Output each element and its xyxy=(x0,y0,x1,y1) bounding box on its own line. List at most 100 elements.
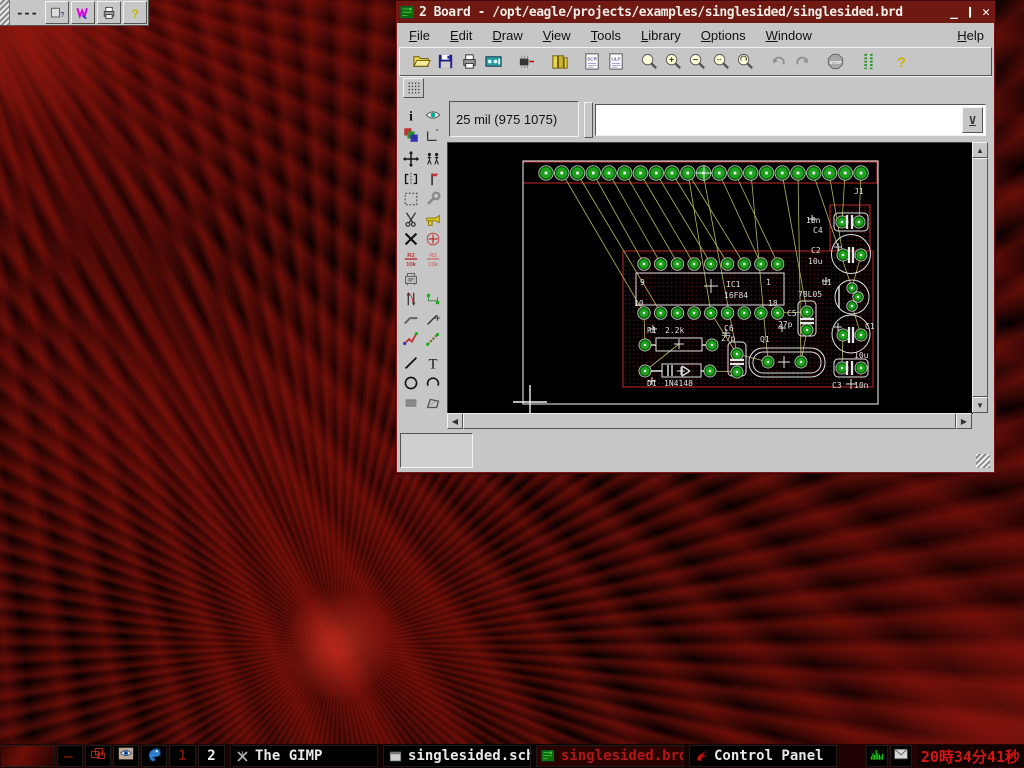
tray-mail[interactable] xyxy=(890,745,912,767)
tool-wire-button[interactable] xyxy=(401,353,422,373)
command-input[interactable] xyxy=(596,105,960,135)
scroll-right-arrow[interactable]: ▶ xyxy=(956,413,972,429)
tool-copy-button[interactable] xyxy=(423,149,444,169)
open-button[interactable] xyxy=(410,50,433,73)
scroll-left-arrow[interactable]: ◀ xyxy=(447,413,463,429)
menu-library[interactable]: Library xyxy=(631,26,691,45)
print-manager-icon xyxy=(101,5,117,21)
menu-edit[interactable]: Edit xyxy=(440,26,482,45)
tool-rotate-button[interactable] xyxy=(423,169,444,189)
minimize-button[interactable]: _ xyxy=(946,5,962,20)
menu-help[interactable]: Help xyxy=(947,26,992,45)
library-button[interactable] xyxy=(548,50,571,73)
pinswap-icon: R210k xyxy=(402,250,420,268)
tool-move-button[interactable] xyxy=(401,149,422,169)
menu-tools[interactable]: Tools xyxy=(581,26,631,45)
tool-text-button[interactable]: T xyxy=(423,353,444,373)
task-singlesided-sch[interactable]: singlesided.sch xyxy=(383,745,531,767)
board-canvas[interactable]: J1911018IC116F84U178L05C527pC627pR12.2kQ… xyxy=(447,142,973,414)
cam-processor-button[interactable] xyxy=(482,50,505,73)
tool-arc-button[interactable] xyxy=(423,373,444,393)
scroll-down-arrow[interactable]: ▼ xyxy=(972,397,988,413)
menu-options[interactable]: Options xyxy=(691,26,756,45)
run-ulp-button[interactable]: ULP xyxy=(605,50,628,73)
panel-drag-handle[interactable] xyxy=(0,0,10,25)
launcher-desktop-pager[interactable] xyxy=(1,745,55,767)
title-bar[interactable]: 2 Board - /opt/eagle/projects/examples/s… xyxy=(397,2,994,23)
stop-button[interactable]: STOP xyxy=(824,50,847,73)
task-control-panel[interactable]: Control Panel xyxy=(689,745,837,767)
zoom-fit-button[interactable] xyxy=(638,50,661,73)
workspace-1[interactable]: 1 xyxy=(169,745,196,767)
launcher-screen-magnifier[interactable] xyxy=(113,745,139,767)
panel-button-window-menu[interactable]: ? xyxy=(45,1,69,24)
grid-icon xyxy=(406,80,422,96)
launcher-paint-app[interactable] xyxy=(141,745,167,767)
tool-add-button[interactable] xyxy=(423,229,444,249)
command-dropdown-button[interactable]: V xyxy=(962,107,983,133)
grid-button[interactable] xyxy=(403,78,424,98)
scroll-up-arrow[interactable]: ▲ xyxy=(972,142,988,158)
tool-route-button[interactable] xyxy=(401,309,422,329)
tool-mirror-button[interactable] xyxy=(401,169,422,189)
task-label: Control Panel xyxy=(714,748,824,764)
run-script-button[interactable]: SCR xyxy=(581,50,604,73)
zoom-select-button[interactable] xyxy=(710,50,733,73)
tool-polygon-button[interactable] xyxy=(423,393,444,413)
vertical-scroll-thumb[interactable] xyxy=(972,158,988,397)
menu-file[interactable]: File xyxy=(399,26,440,45)
pcb-label: C3 xyxy=(832,381,842,390)
close-button[interactable]: ✕ xyxy=(978,5,994,20)
resize-grip[interactable] xyxy=(976,454,990,468)
move-icon xyxy=(402,150,420,168)
tray-system-monitor[interactable] xyxy=(866,745,888,767)
help-button[interactable]: ? xyxy=(890,50,913,73)
maximize-button[interactable]: ❙ xyxy=(962,5,978,20)
save-button[interactable] xyxy=(434,50,457,73)
launcher-window-list[interactable] xyxy=(85,745,111,767)
horizontal-scroll-thumb[interactable] xyxy=(463,413,956,429)
tool-cut-button[interactable] xyxy=(401,209,422,229)
tool-split-button[interactable] xyxy=(401,289,422,309)
tool-display-button[interactable] xyxy=(401,125,422,145)
tool-change-button[interactable] xyxy=(423,189,444,209)
board-schematic-button[interactable] xyxy=(515,50,538,73)
tool-info-button[interactable]: i xyxy=(401,105,422,125)
pcb-label: 10 xyxy=(634,299,644,308)
task-the-gimp[interactable]: The GIMP xyxy=(230,745,378,767)
tool-smash-button[interactable] xyxy=(401,269,422,289)
zoom-in-button[interactable] xyxy=(662,50,685,73)
panel-menu-button[interactable]: --- xyxy=(10,0,44,25)
tool-group-button[interactable] xyxy=(401,189,422,209)
toolbar-grip[interactable] xyxy=(584,102,593,138)
tool-pinswap-button[interactable]: R210k xyxy=(401,249,422,269)
tool-ripup-alt-button[interactable] xyxy=(423,329,444,349)
panel-button-wm-logo[interactable] xyxy=(71,1,95,24)
tool-route-manual-button[interactable] xyxy=(423,309,444,329)
ratsnest-button[interactable] xyxy=(857,50,880,73)
tool-circle-button[interactable] xyxy=(401,373,422,393)
menu-window[interactable]: Window xyxy=(756,26,822,45)
tool-ripup-button[interactable] xyxy=(401,329,422,349)
tool-rect-button[interactable] xyxy=(401,393,422,413)
redo-button[interactable] xyxy=(791,50,814,73)
undo-button[interactable] xyxy=(767,50,790,73)
tool-delete-button[interactable] xyxy=(401,229,422,249)
tool-optimize-button[interactable] xyxy=(423,289,444,309)
vertical-scrollbar[interactable]: ▲ ▼ xyxy=(972,142,988,413)
tool-mark-button[interactable]: ° xyxy=(423,125,444,145)
zoom-out-button[interactable] xyxy=(686,50,709,73)
workspace-2[interactable]: 2 xyxy=(198,745,225,767)
tool-paste-button[interactable] xyxy=(423,209,444,229)
task-singlesided-brd[interactable]: singlesided.brd xyxy=(536,745,684,767)
tool-replace-button[interactable]: R210k xyxy=(423,249,444,269)
panel-button-help[interactable]: ? xyxy=(123,1,147,24)
horizontal-scrollbar[interactable]: ◀ ▶ xyxy=(447,413,972,429)
zoom-redraw-button[interactable] xyxy=(734,50,757,73)
launcher-show-desktop[interactable] xyxy=(57,745,83,767)
tool-show-button[interactable] xyxy=(423,105,444,125)
print-button[interactable] xyxy=(458,50,481,73)
panel-button-print-manager[interactable] xyxy=(97,1,121,24)
menu-view[interactable]: View xyxy=(533,26,581,45)
menu-draw[interactable]: Draw xyxy=(482,26,532,45)
